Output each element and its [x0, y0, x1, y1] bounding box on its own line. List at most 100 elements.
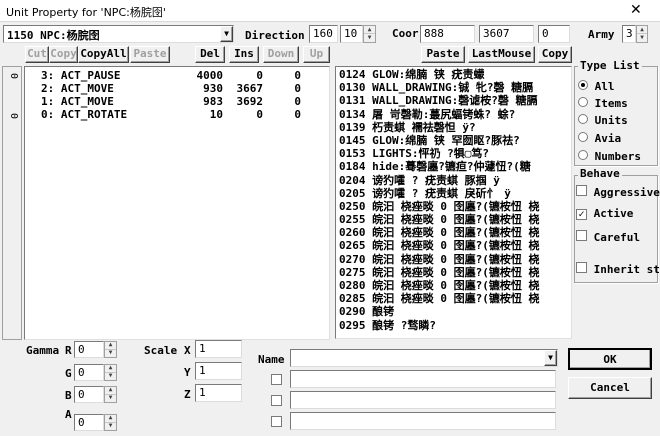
action-list[interactable]: 3: ACT_PAUSE 4000 0 0 2: ACT_MOVE 930 36… [24, 66, 330, 340]
radio-icon[interactable] [578, 132, 588, 142]
type-option-items[interactable]: Items [578, 97, 628, 110]
coor-z-field[interactable]: 0 [538, 25, 570, 43]
script-line[interactable]: 0275 皖汩 桡痤晱 0 囹廛?(镳桉忸 桡 [339, 266, 571, 279]
coor-y-field[interactable]: 3607 [479, 25, 534, 43]
type-option-avia[interactable]: Avia [578, 132, 621, 145]
scale-x-field[interactable]: 1 [195, 340, 242, 358]
gamma-r-field[interactable]: 0 [74, 341, 104, 358]
script-line[interactable]: 0260 皖汩 桡痤晱 0 囹廛?(镳桉忸 桡 [339, 226, 571, 239]
action-row-text[interactable]: 3: ACT_PAUSE [41, 69, 120, 82]
script-line[interactable]: 0290 酿铐 [339, 305, 571, 318]
insert-button[interactable]: Ins [229, 46, 259, 63]
script-line[interactable]: 0130 WALL_DRAWING:铖 牝?磬 糖膈 [339, 81, 571, 94]
checkbox-icon[interactable] [271, 416, 282, 427]
spin-down-icon[interactable]: ▼ [105, 423, 116, 431]
gamma-b-field[interactable]: 0 [74, 386, 104, 403]
script-line[interactable]: 0139 朽责蜞 襦祛磬怛 ÿ? [339, 121, 571, 134]
aggressive-checkbox[interactable]: Aggressive [576, 185, 660, 199]
inherit-checkbox[interactable]: Inherit st [576, 262, 660, 276]
checkbox-icon[interactable] [271, 395, 282, 406]
script-line[interactable]: 0134 屠 岢磬勒:蕞尻蝠铐蛛? 蜍? [339, 108, 571, 121]
action-row-text[interactable]: 1: ACT_MOVE [41, 95, 114, 108]
script-line[interactable]: 0255 皖汩 桡痤晱 0 囹廛?(镳桉忸 桡 [339, 213, 571, 226]
ok-button[interactable]: OK [568, 348, 652, 370]
close-icon[interactable]: ✕ [630, 2, 642, 18]
gamma-g-field[interactable]: 0 [74, 364, 104, 381]
paste-button[interactable]: Paste [130, 46, 170, 63]
spin-up-icon[interactable]: ▲ [637, 26, 647, 34]
script-line[interactable]: 0184 hide:蓦磬廛?镳疸?仲蘧忸?(糖 [339, 160, 571, 173]
direction-spinner[interactable]: ▲ ▼ [363, 25, 376, 43]
checkmark-icon[interactable]: ✓ [576, 209, 587, 220]
cut-button[interactable]: Cut [25, 46, 49, 63]
checkbox-icon[interactable] [576, 262, 587, 273]
unit-select-dropdown-icon[interactable]: ▼ [220, 26, 233, 42]
scale-y-field[interactable]: 1 [195, 362, 242, 380]
active-checkbox[interactable]: ✓ Active [576, 207, 633, 220]
gamma-a-spinner[interactable]: ▲ ▼ [104, 414, 117, 431]
delete-button[interactable]: Del [195, 46, 225, 63]
action-row-text[interactable]: 0: ACT_ROTATE [41, 108, 127, 121]
script-line[interactable]: 0153 LIGHTS:怦礽 ?犋▢笃? [339, 147, 571, 160]
move-down-button[interactable]: Down [263, 46, 299, 63]
extra-checkbox-2[interactable] [271, 395, 282, 409]
extra-checkbox-3[interactable] [271, 416, 282, 430]
radio-icon[interactable] [578, 150, 588, 160]
coor-x-field[interactable]: 888 [420, 25, 475, 43]
script-line[interactable]: 0145 GLOW:绵腩 铗 罕囫眍?豚祛? [339, 134, 571, 147]
extra-field-3[interactable] [290, 412, 556, 430]
script-paste-button[interactable]: Paste [421, 46, 465, 63]
script-list[interactable]: 0124 GLOW:绵腩 铗 疣责蠓 0130 WALL_DRAWING:铖 牝… [335, 66, 572, 339]
army-spinner[interactable]: ▲ ▼ [636, 25, 648, 43]
last-mouse-button[interactable]: LastMouse [468, 46, 535, 63]
extra-checkbox-1[interactable] [271, 374, 282, 388]
type-option-numbers[interactable]: Numbers [578, 150, 641, 163]
type-option-units[interactable]: Units [578, 114, 628, 127]
direction-step-field[interactable]: 10 [340, 25, 363, 43]
careful-checkbox[interactable]: Careful [576, 230, 640, 244]
script-copy-button[interactable]: Copy [538, 46, 572, 63]
script-line[interactable]: 0205 谤犳嚯 ? 疣责蜞 戾斫忄 ÿ [339, 187, 571, 200]
scale-z-field[interactable]: 1 [195, 384, 242, 402]
move-up-button[interactable]: Up [303, 46, 330, 63]
gamma-g-spinner[interactable]: ▲ ▼ [104, 364, 117, 381]
radio-selected-icon[interactable] [578, 80, 588, 90]
name-select[interactable] [290, 349, 558, 367]
spin-down-icon[interactable]: ▼ [637, 34, 647, 42]
direction-field[interactable]: 160 [309, 25, 338, 43]
script-line[interactable]: 0204 谤犳嚯 ? 疣责蜞 豚掴 ÿ [339, 174, 571, 187]
script-line[interactable]: 0295 酿铐 ?骛瞵? [339, 319, 571, 332]
type-option-all[interactable]: All [578, 80, 615, 93]
copy-all-button[interactable]: CopyAll [78, 46, 129, 63]
gamma-a-field[interactable]: 0 [74, 414, 104, 431]
spin-down-icon[interactable]: ▼ [364, 34, 375, 42]
unit-select[interactable]: 1150 NPC:杨脘囹 [3, 25, 234, 43]
action-value-2: 0 [256, 69, 263, 82]
script-line[interactable]: 0285 皖汩 桡痤晱 0 囹廛?(镳桉忸 桡 [339, 292, 571, 305]
gamma-r-spinner[interactable]: ▲ ▼ [104, 341, 117, 358]
script-line[interactable]: 0124 GLOW:绵腩 铗 疣责蠓 [339, 68, 571, 81]
army-field[interactable]: 3 [622, 25, 636, 43]
script-line[interactable]: 0250 皖汩 桡痤晱 0 囹廛?(镳桉忸 桡 [339, 200, 571, 213]
copy-button[interactable]: Copy [49, 46, 78, 63]
script-line[interactable]: 0131 WALL_DRAWING:磬谑桉?磬 糖膈 [339, 94, 571, 107]
name-dropdown-icon[interactable]: ▼ [544, 350, 557, 366]
gamma-b-spinner[interactable]: ▲ ▼ [104, 386, 117, 403]
spin-down-icon[interactable]: ▼ [105, 373, 116, 381]
action-row-text[interactable]: 2: ACT_MOVE [41, 82, 114, 95]
spin-up-icon[interactable]: ▲ [364, 26, 375, 34]
extra-field-2[interactable] [290, 391, 556, 409]
checkbox-icon[interactable] [576, 230, 587, 241]
checkbox-icon[interactable] [576, 185, 587, 196]
radio-icon[interactable] [578, 97, 588, 107]
spin-down-icon[interactable]: ▼ [105, 395, 116, 403]
script-line[interactable]: 0270 皖汩 桡痤晱 0 囹廛?(镳桉忸 桡 [339, 253, 571, 266]
action-value-3: 0 [294, 82, 301, 95]
cancel-button[interactable]: Cancel [568, 377, 652, 399]
spin-down-icon[interactable]: ▼ [105, 350, 116, 358]
checkbox-icon[interactable] [271, 374, 282, 385]
extra-field-1[interactable] [290, 370, 556, 388]
script-line[interactable]: 0280 皖汩 桡痤晱 0 囹廛?(镳桉忸 桡 [339, 279, 571, 292]
radio-icon[interactable] [578, 114, 588, 124]
script-line[interactable]: 0265 皖汩 桡痤晱 0 囹廛?(镳桉忸 桡 [339, 239, 571, 252]
